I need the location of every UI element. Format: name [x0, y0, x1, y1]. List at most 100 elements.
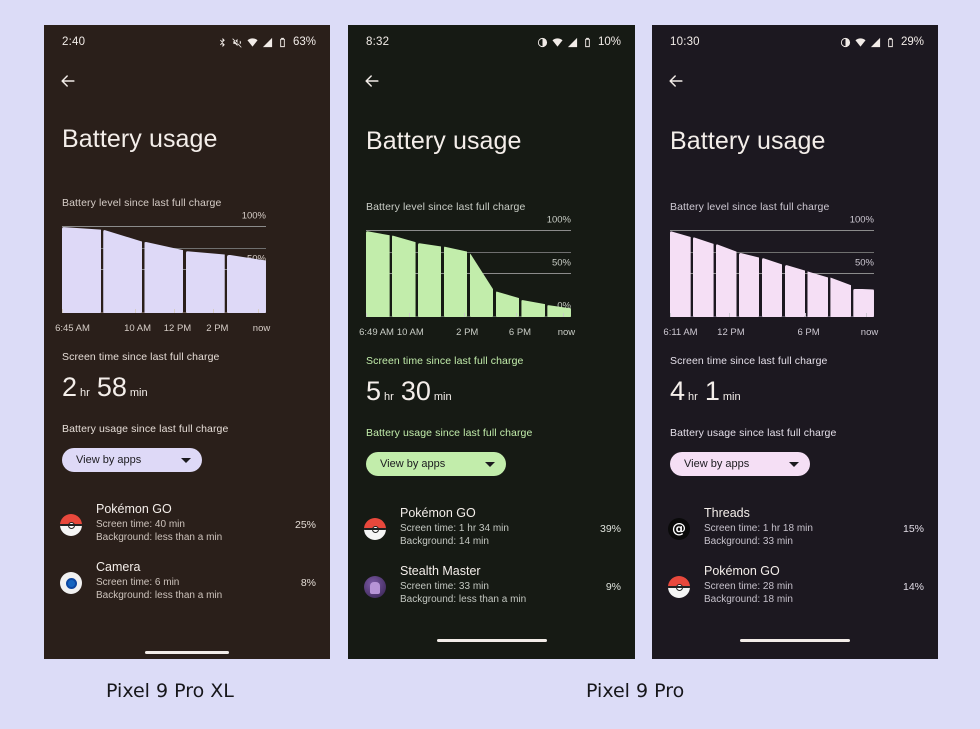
pokemon-go-icon	[364, 518, 386, 540]
chart-bar	[103, 229, 143, 313]
phone-screen-2: 8:32 10% Battery usage Battery level since …	[348, 25, 635, 659]
navigation-bar	[652, 59, 938, 103]
app-usage-details: Pokémon GO Screen time: 28 min Background:…	[690, 564, 903, 606]
back-arrow-icon[interactable]	[666, 71, 686, 91]
screen-time-value: 2 hr 58 min	[44, 372, 330, 403]
battery-level-section-label: Battery level since last full charge	[62, 197, 222, 209]
back-arrow-icon[interactable]	[362, 71, 382, 91]
x-tick	[257, 309, 259, 313]
screen-time-minutes-unit: min	[722, 391, 741, 403]
x-tick-label: 12 PM	[163, 323, 192, 334]
chart-bar	[784, 264, 806, 317]
chart-bars	[62, 227, 266, 313]
view-by-apps-label: View by apps	[684, 458, 750, 470]
chart-bar	[469, 252, 494, 317]
y-axis-label: 100%	[241, 210, 266, 222]
view-by-apps-dropdown[interactable]: View by apps	[670, 452, 810, 476]
x-tick-label: 6:11 AM	[663, 327, 698, 338]
device-caption-1: Pixel 9 Pro XL	[106, 680, 234, 702]
app-usage-list: Pokémon GO Screen time: 1 hr 34 min Backgr…	[348, 498, 635, 614]
app-name: Threads	[704, 506, 750, 520]
view-by-apps-dropdown[interactable]: View by apps	[62, 448, 202, 472]
x-tick-label: 6 PM	[508, 327, 532, 338]
app-name: Pokémon GO	[704, 564, 780, 578]
app-background-time: Background: less than a min	[96, 590, 223, 601]
phone-screen-1: 2:40 63% Battery usage Battery level since …	[44, 25, 330, 659]
x-tick-label: now	[557, 327, 576, 338]
status-bar-indicators: 10%	[537, 36, 621, 48]
app-usage-row[interactable]: Pokémon GO Screen time: 40 min Background:…	[44, 494, 330, 552]
app-background-time: Background: less than a min	[96, 532, 223, 543]
app-screen-time: Screen time: 1 hr 34 min	[400, 523, 509, 534]
navigation-bar	[348, 59, 635, 103]
battery-icon	[582, 37, 593, 48]
app-screen-time: Screen time: 33 min	[400, 581, 489, 592]
signal-icon	[262, 37, 273, 48]
app-name: Pokémon GO	[400, 506, 476, 520]
app-usage-details: Threads Screen time: 1 hr 18 min Backgroun…	[690, 506, 903, 548]
chart-plot-area: 0%50%100%	[670, 215, 874, 317]
chevron-down-icon	[485, 461, 495, 467]
app-usage-details: Stealth Master Screen time: 33 min Backgro…	[386, 564, 606, 606]
chart-bars	[670, 231, 874, 317]
x-tick-label: 12 PM	[717, 327, 745, 338]
back-arrow-icon[interactable]	[58, 71, 78, 91]
app-battery-percent: 25%	[294, 519, 316, 531]
app-usage-details: Pokémon GO Screen time: 1 hr 34 min Backgr…	[386, 506, 600, 548]
app-usage-row[interactable]: Pokémon GO Screen time: 28 min Background:…	[652, 556, 938, 614]
page-title: Battery usage	[670, 127, 826, 155]
status-bar-battery-percent: 63%	[292, 36, 316, 48]
x-tick	[515, 313, 517, 317]
battery-usage-section-label: Battery usage since last full charge	[62, 423, 229, 435]
battery-level-chart: 0% 50% 100% 6:49 AM 10 AM 2 PM 6 PM now	[359, 215, 617, 339]
view-by-apps-dropdown[interactable]: View by apps	[366, 452, 506, 476]
x-tick-label: now	[252, 323, 271, 334]
x-axis-labels: 6:45 AM 10 AM 12 PM 2 PM now	[55, 323, 272, 335]
home-indicator	[436, 639, 547, 642]
threads-icon: @	[668, 518, 690, 540]
x-tick	[135, 309, 137, 313]
battery-usage-section-label: Battery usage since last full charge	[670, 427, 837, 439]
battery-icon	[277, 37, 288, 48]
screen-time-value: 5 hr 30 min	[348, 376, 635, 407]
app-usage-details: Pokémon GO Screen time: 40 min Background:…	[82, 502, 295, 544]
app-usage-row[interactable]: Stealth Master Screen time: 33 min Backgro…	[348, 556, 635, 614]
app-battery-percent: 8%	[300, 577, 316, 589]
chart-bar	[366, 231, 390, 317]
wifi-icon	[855, 37, 866, 48]
x-axis-ticks	[62, 309, 266, 313]
battery-icon	[885, 37, 896, 48]
screen-time-section-label: Screen time since last full charge	[366, 355, 524, 367]
chart-bar	[62, 227, 101, 313]
x-tick	[562, 313, 564, 317]
chart-bar	[391, 235, 416, 317]
x-tick-label: now	[860, 327, 879, 338]
x-tick-label: 10 AM	[396, 327, 424, 338]
x-tick-label: 6:49 AM	[359, 327, 394, 338]
status-bar: 8:32 10%	[348, 25, 635, 59]
screen-time-hours: 2	[62, 372, 78, 402]
contrast-icon	[840, 37, 851, 48]
x-tick	[212, 309, 214, 313]
chart-bar	[144, 241, 184, 313]
x-tick	[670, 313, 671, 317]
bluetooth-icon	[217, 37, 228, 48]
app-usage-row[interactable]: Camera Screen time: 6 min Background: less…	[44, 552, 330, 610]
chevron-down-icon	[181, 457, 191, 463]
screenshot-canvas: 2:40 63% Battery usage Battery level since …	[0, 0, 980, 729]
battery-level-section-label: Battery level since last full charge	[366, 201, 526, 213]
page-title: Battery usage	[366, 127, 522, 155]
app-usage-list: Pokémon GO Screen time: 40 min Background:…	[44, 494, 330, 610]
x-tick	[464, 313, 466, 317]
app-battery-percent: 9%	[605, 581, 621, 593]
battery-level-chart: 0%50%100% 6:45 AM 10 AM 12 PM 2 PM now	[55, 211, 312, 335]
x-tick-label: 6 PM	[797, 327, 820, 338]
screen-time-section-label: Screen time since last full charge	[670, 355, 828, 367]
x-tick-label: 2 PM	[206, 323, 229, 334]
chart-bar	[807, 271, 829, 317]
phone-screen-3: 10:30 29% Battery usage Battery level since…	[652, 25, 938, 659]
app-name: Stealth Master	[400, 564, 481, 578]
app-background-time: Background: 14 min	[400, 536, 489, 547]
app-usage-row[interactable]: @ Threads Screen time: 1 hr 18 min Backgrou…	[652, 498, 938, 556]
app-usage-row[interactable]: Pokémon GO Screen time: 1 hr 34 min Backgr…	[348, 498, 635, 556]
